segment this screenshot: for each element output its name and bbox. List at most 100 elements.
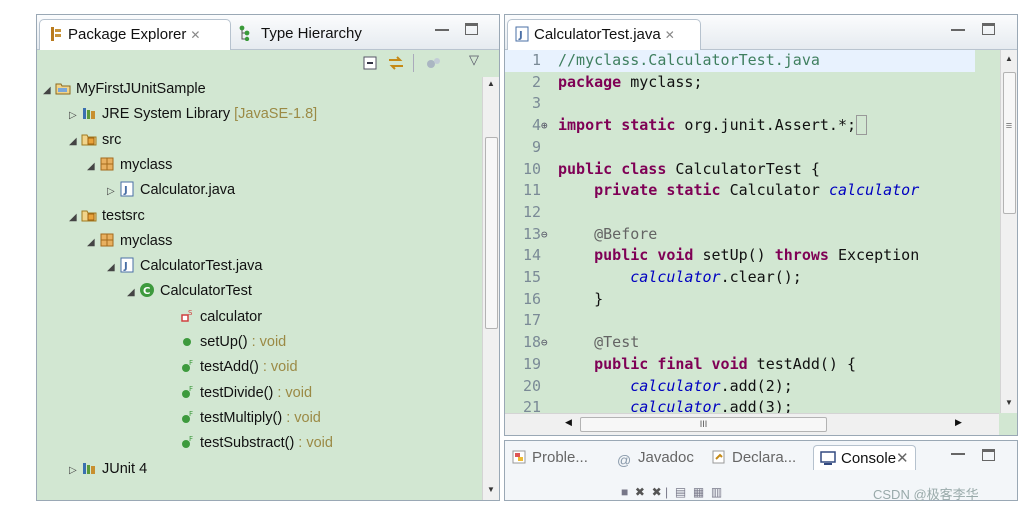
scrollbar-thumb[interactable] [485,137,498,329]
tree-item[interactable]: ◢ MyFirstJUnitSample [43,77,206,101]
code-line[interactable]: 1 //myclass.CalculatorTest.java [505,50,975,72]
tab-console[interactable]: Console✕ [813,445,916,470]
tree-item[interactable]: ▷ J Calculator.java [107,178,235,202]
watermark: CSDN @极客李华 [873,487,979,502]
tab-declaration[interactable]: Declara... [711,449,796,466]
console-toolbar: ■ ✖ ✖ | ▤ ▦ ▥ [621,485,723,499]
expand-icon[interactable]: ▷ [107,180,119,204]
code-text: } [558,289,604,308]
code-line[interactable]: 15 calculator.clear(); [505,267,975,289]
tab-javadoc[interactable]: @ Javadoc [617,449,694,468]
collapse-icon[interactable]: ◢ [107,256,119,280]
code-line[interactable]: 13 ⊖ @Before [505,224,975,246]
code-text: @Before [594,224,658,243]
scroll-right-icon[interactable]: ▶ [955,417,962,428]
tree-item-label: CalculatorTest [160,283,252,300]
code-line[interactable]: 3 [505,93,975,115]
code-area[interactable]: 1 //myclass.CalculatorTest.java 2 package m… [505,50,999,416]
collapse-icon[interactable]: ◢ [69,130,81,154]
collapse-icon[interactable]: ◢ [87,155,99,179]
svg-text:S: S [188,309,193,317]
scroll-down-icon[interactable]: ▼ [1001,398,1017,407]
tree-item-label: myclass [120,156,173,173]
tab-calculator-test-java[interactable]: J CalculatorTest.java ✕ [507,19,701,50]
tree-item[interactable]: FtestDivide() : void [167,381,312,405]
tree-item[interactable]: ◢ J CalculatorTest.java [107,254,263,278]
code-line[interactable]: 19 public final void testAdd() { [505,354,975,376]
minimize-icon[interactable] [951,451,965,455]
code-line[interactable]: 17 [505,310,975,332]
toolbar-separator [413,54,414,72]
minimize-icon[interactable] [951,27,965,31]
remove-launch-icon[interactable]: ✖ [635,485,645,499]
scrollbar-thumb[interactable] [1003,72,1016,214]
svg-text:F: F [189,385,193,393]
terminate-icon[interactable]: ■ [621,485,628,499]
tree-item[interactable]: ▷ JUnit 4 [69,457,147,481]
close-icon[interactable]: ✕ [665,28,675,42]
editor-horizontal-scrollbar[interactable]: ◀ III ▶ [505,413,999,435]
scroll-left-icon[interactable]: ◀ [565,417,572,428]
code-line[interactable]: 9 [505,137,975,159]
collapse-all-icon[interactable] [362,55,378,71]
problems-icon [512,450,526,464]
editor-vertical-scrollbar[interactable]: ▲ ≡ ▼ [1000,50,1017,413]
code-text: public final void testAdd() { [594,354,857,373]
svg-text:F: F [189,435,193,443]
tab-type-hierarchy[interactable]: Type Hierarchy [235,19,410,49]
tree-item[interactable]: ◢ myclass [87,229,172,253]
tree-item[interactable]: FtestSubstract() : void [167,431,333,455]
expand-fold-icon[interactable]: ⊕ [541,115,548,137]
tree-item[interactable]: ◢ myclass [87,153,172,177]
remove-all-icon[interactable]: ✖ [652,485,662,499]
code-line[interactable]: 11 private static Calculator calculator [505,180,975,202]
word-wrap-icon[interactable]: ▥ [711,485,722,499]
maximize-icon[interactable] [465,23,478,35]
scrollbar-thumb[interactable]: III [580,417,827,432]
scroll-up-icon[interactable]: ▲ [483,79,499,88]
collapse-fold-icon[interactable]: ⊖ [541,224,548,246]
code-line[interactable]: 2 package myclass; [505,72,975,94]
expand-icon[interactable]: ▷ [69,104,81,128]
code-line[interactable]: 18 ⊖ @Test [505,332,975,354]
code-line[interactable]: 4 ⊕ import static org.junit.Assert.*; [505,115,975,137]
final-method-icon: F [179,385,200,401]
tree-item[interactable]: setUp() : void [167,330,286,354]
maximize-icon[interactable] [982,449,995,461]
tab-package-explorer[interactable]: Package Explorer ✕ [39,19,231,50]
tree-item[interactable]: FtestAdd() : void [167,355,298,379]
close-icon[interactable]: ✕ [896,450,909,467]
maximize-icon[interactable] [982,23,995,35]
collapse-fold-icon[interactable]: ⊖ [541,332,548,354]
code-line[interactable]: 10 public class CalculatorTest { [505,159,975,181]
code-line[interactable]: 16 } [505,289,975,311]
focus-active-task-icon[interactable] [425,55,441,71]
scroll-down-icon[interactable]: ▼ [483,485,499,494]
clear-console-icon[interactable]: ▤ [675,485,686,499]
code-line[interactable]: 12 [505,202,975,224]
link-with-editor-icon[interactable] [387,55,405,71]
minimize-icon[interactable] [435,27,449,31]
expand-icon[interactable]: ▷ [69,459,81,483]
collapse-icon[interactable]: ◢ [127,281,139,305]
scroll-up-icon[interactable]: ▲ [1001,54,1017,63]
view-menu-icon[interactable]: ▽ [469,52,479,68]
scroll-lock-icon[interactable]: ▦ [693,485,704,499]
collapse-icon[interactable]: ◢ [87,231,99,255]
code-line[interactable]: 20 calculator.add(2); [505,376,975,398]
line-number: 16 [522,289,541,308]
tree-item[interactable]: FtestMultiply() : void [167,406,321,430]
tree-item[interactable]: ◢ C CalculatorTest [127,279,252,303]
tab-problems[interactable]: Proble... [511,449,588,466]
tree-item[interactable]: ▷ JRE System Library [JavaSE-1.8] [69,102,317,126]
tree-item[interactable]: Scalculator [167,305,262,329]
tree-item[interactable]: ◢ testsrc [69,204,145,228]
code-line[interactable]: 14 public void setUp() throws Exception [505,245,975,267]
collapse-icon[interactable]: ◢ [43,79,55,103]
collapse-icon[interactable]: ◢ [69,206,81,230]
tree-item[interactable]: ◢ src [69,128,121,152]
package-tree-scrollbar[interactable]: ▲ ▼ [482,77,499,500]
tree-item-label: JRE System Library [102,106,231,123]
close-icon[interactable]: ✕ [190,28,200,42]
tree-item-label: testAdd() [200,359,259,376]
